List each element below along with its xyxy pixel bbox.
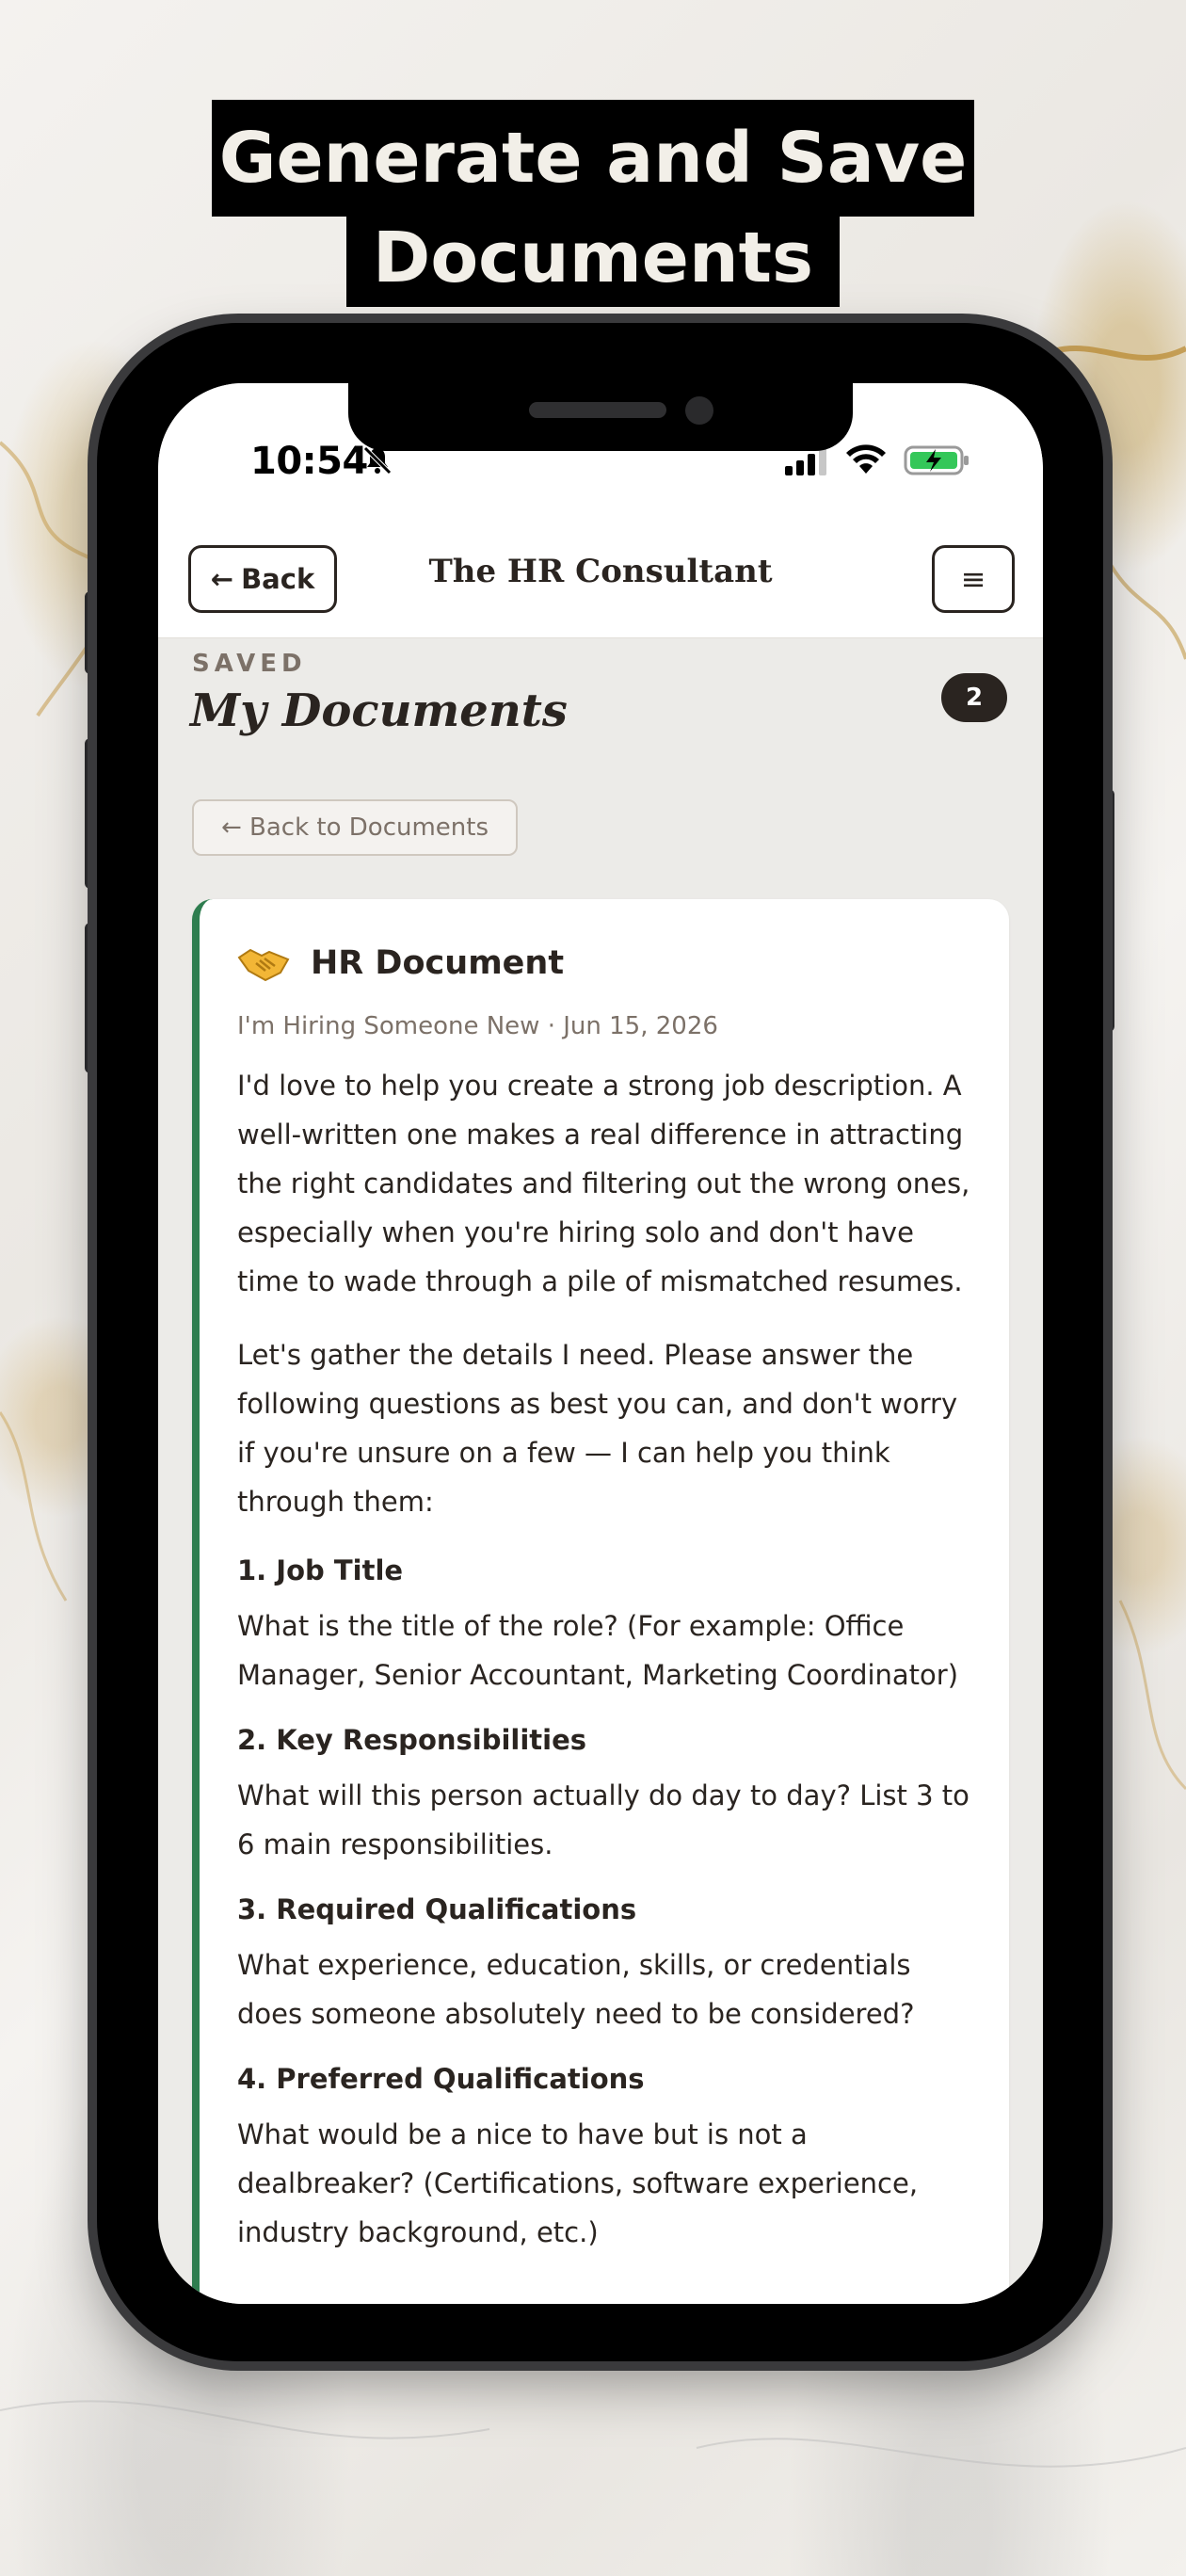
document-title: HR Document: [311, 944, 565, 982]
question-heading: 3. Required Qualifications: [237, 1893, 637, 1925]
hamburger-menu-icon: ≡: [960, 561, 986, 597]
status-time: 10:54: [250, 440, 368, 483]
question-text: What experience, education, skills, or c…: [237, 1949, 915, 2030]
app-header: ← Back The HR Consultant ≡: [158, 524, 1043, 638]
document-header: HR Document: [237, 944, 564, 982]
battery-charging-icon: [904, 445, 969, 475]
back-to-documents-label: Back to Documents: [249, 813, 489, 842]
notch-camera: [685, 396, 713, 425]
headline-line-2: Documents: [346, 209, 840, 307]
back-to-documents-button[interactable]: ← Back to Documents: [192, 799, 518, 856]
document-paragraph: I'd love to help you create a strong job…: [237, 1070, 970, 1297]
document-paragraph: Let's gather the details I need. Please …: [237, 1339, 958, 1518]
question-heading: 2. Key Responsibilities: [237, 1724, 587, 1756]
document-meta: I'm Hiring Someone New · Jun 15, 2026: [237, 1012, 718, 1040]
document-count-badge: 2: [941, 673, 1007, 722]
back-button[interactable]: ← Back: [188, 545, 337, 613]
question-text: What will this person actually do day to…: [237, 1779, 970, 1860]
notch-speaker: [529, 402, 666, 418]
phone-notch: [348, 383, 853, 451]
document-card: HR Document I'm Hiring Someone New · Jun…: [192, 899, 1009, 2304]
arrow-left-icon: ←: [220, 813, 250, 842]
phone-screen: 10:54 ← Back The HR Consultant ≡ SAVED M…: [158, 383, 1043, 2304]
wifi-icon: [846, 444, 886, 474]
handshake-icon: [237, 948, 290, 982]
question-text: What would be a nice to have but is not …: [237, 2118, 919, 2248]
menu-button[interactable]: ≡: [932, 545, 1015, 613]
cellular-signal-icon: [785, 447, 826, 475]
back-button-label: Back: [241, 563, 315, 595]
page-title: My Documents: [190, 684, 568, 737]
arrow-left-icon: ←: [210, 563, 234, 595]
question-text: What is the title of the role? (For exam…: [237, 1610, 959, 1691]
document-body: I'd love to help you create a strong job…: [237, 1061, 981, 2278]
headline-line-1: Generate and Save: [212, 100, 974, 217]
question-heading: 4. Preferred Qualifications: [237, 2063, 645, 2095]
app-title: The HR Consultant: [428, 553, 773, 590]
question-heading: 1. Job Title: [237, 1554, 404, 1586]
section-label: SAVED: [192, 650, 307, 678]
